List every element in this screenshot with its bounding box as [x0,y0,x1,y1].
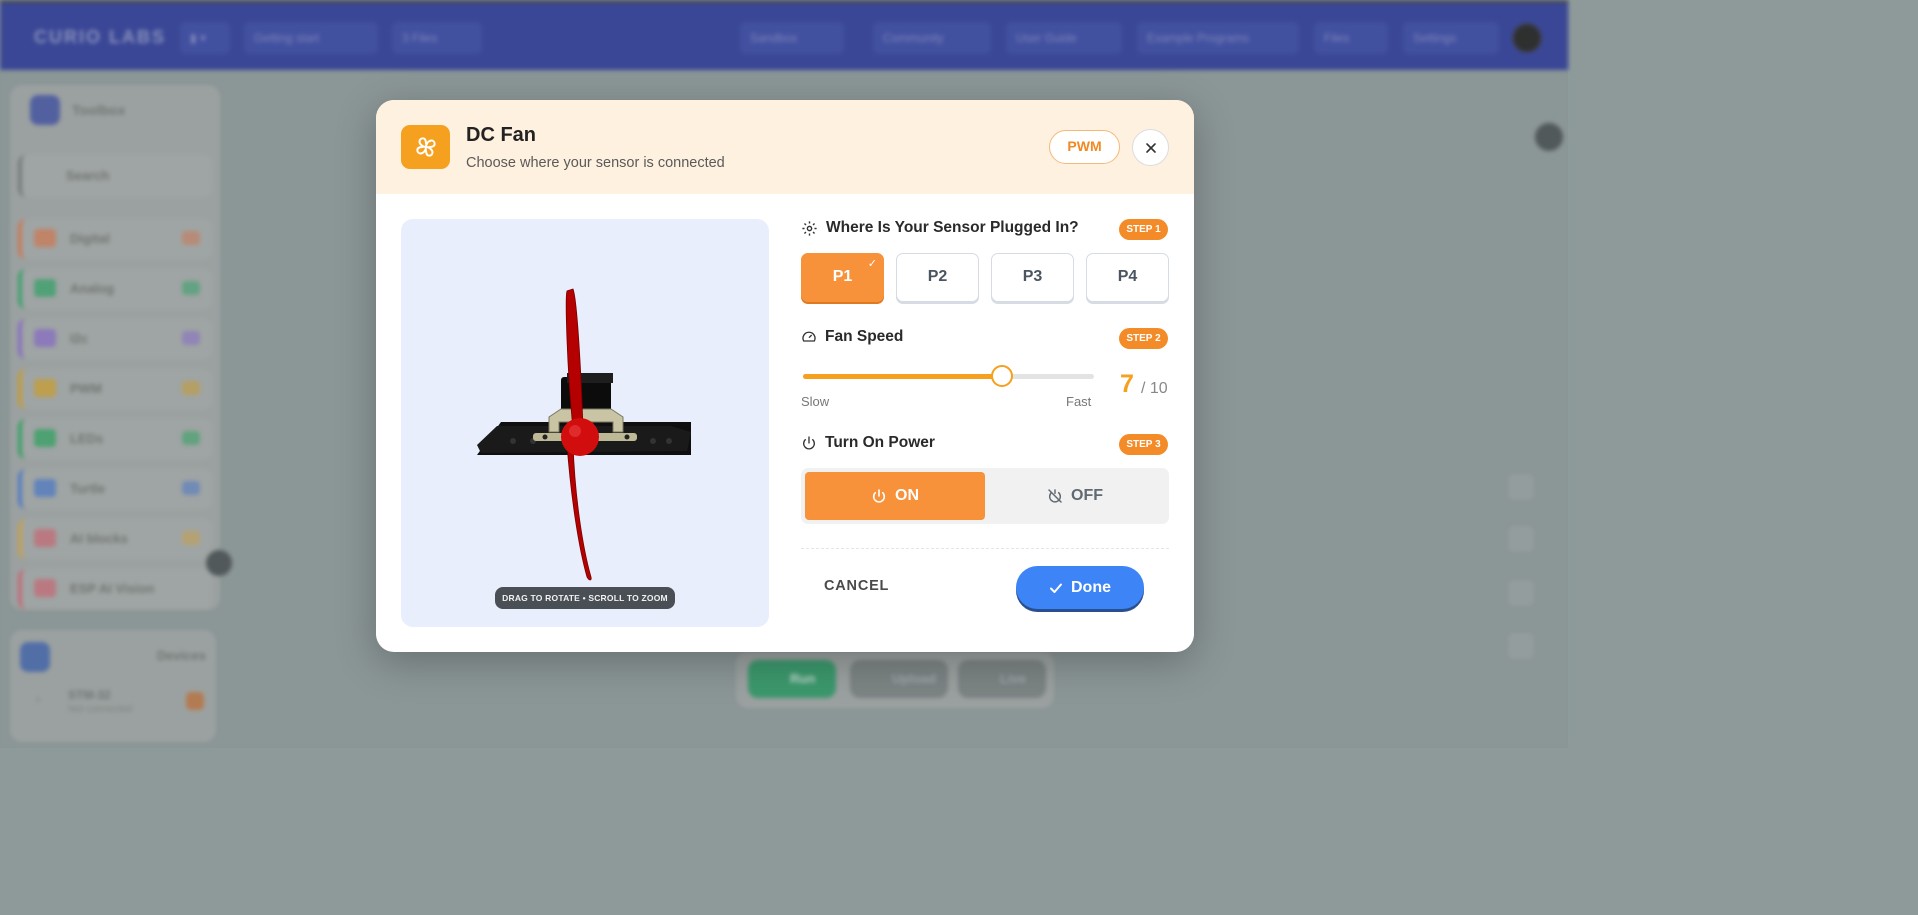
step2-label: Fan Speed [825,328,904,345]
check-icon [1050,583,1062,593]
modal-title: DC Fan [466,124,536,146]
fan-speed-slider-handle[interactable] [990,365,1013,387]
pwm-badge: PWM [1049,130,1120,164]
gear-icon [802,220,817,236]
fan-3d-preview[interactable]: DRAG TO ROTATE • SCROLL TO ZOOM [401,219,769,627]
power-icon [872,489,886,503]
step2-header: Fan Speed [801,328,903,346]
power-on-button[interactable]: ON [805,472,985,520]
port-p3-button[interactable]: P3 [991,253,1074,302]
step1-header: Where Is Your Sensor Plugged In? [801,219,1079,237]
step3-badge: STEP 3 [1119,434,1168,455]
fast-label: Fast [1066,394,1092,409]
close-icon [1145,142,1156,153]
step2-badge: STEP 2 [1119,328,1168,349]
power-icon [803,436,815,450]
modal-header: DC Fan Choose where your sensor is conne… [376,100,1194,194]
close-button[interactable] [1132,129,1169,166]
step3-label: Turn On Power [825,434,935,451]
cancel-button[interactable]: CANCEL [824,578,889,594]
step1-label: Where Is Your Sensor Plugged In? [826,219,1079,236]
fan-speed-fill [803,374,1002,379]
divider [801,548,1169,549]
step3-header: Turn On Power [801,434,935,452]
fan-speed-max: / 10 [1141,380,1168,397]
slow-label: Slow [801,394,830,409]
speedometer-icon [802,331,816,342]
step1-badge: STEP 1 [1119,219,1168,240]
done-button[interactable]: Done [1016,566,1144,609]
power-off-icon [1048,489,1062,503]
fan-icon [401,125,450,169]
port-p2-button[interactable]: P2 [896,253,979,302]
fan-model-render [477,288,691,581]
port-p1-button[interactable]: P1 ✓ [801,253,884,302]
power-off-button[interactable]: OFF [985,472,1165,520]
fan-speed-value: 7 [1120,370,1134,398]
port-p4-button[interactable]: P4 [1086,253,1169,302]
preview-hint: DRAG TO ROTATE • SCROLL TO ZOOM [495,587,675,609]
check-icon: ✓ [867,258,877,270]
dc-fan-modal: DC Fan Choose where your sensor is conne… [376,100,1194,652]
modal-subtitle: Choose where your sensor is connected [466,155,725,171]
